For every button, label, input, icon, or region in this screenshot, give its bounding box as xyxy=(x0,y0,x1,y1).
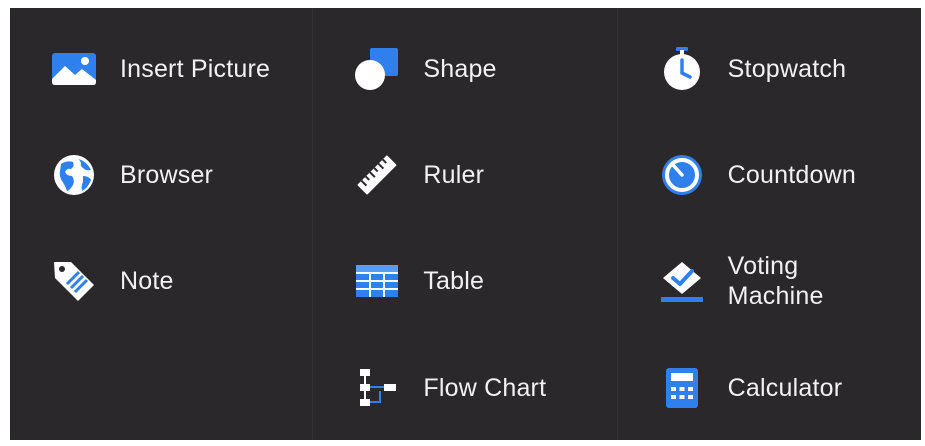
tools-column-2: Shape Ruler Table Flow Chart xyxy=(312,8,616,440)
stopwatch-label: Stopwatch xyxy=(727,55,847,83)
calculator-icon xyxy=(658,364,706,412)
shape-label: Shape xyxy=(423,55,497,83)
shape-button[interactable]: Shape xyxy=(313,39,616,99)
globe-icon xyxy=(50,151,98,199)
table-button[interactable]: Table xyxy=(313,251,616,311)
calculator-button[interactable]: Calculator xyxy=(618,358,921,418)
stopwatch-icon xyxy=(658,45,706,93)
picture-icon xyxy=(50,45,98,93)
tag-icon xyxy=(50,257,98,305)
flow-chart-label: Flow Chart xyxy=(423,374,547,402)
browser-label: Browser xyxy=(120,161,214,189)
flowchart-icon xyxy=(353,364,401,412)
tools-column-3: Stopwatch Countdown Voting Machine Calcu… xyxy=(616,8,921,440)
calculator-label: Calculator xyxy=(727,374,843,402)
ruler-label: Ruler xyxy=(423,161,485,189)
ruler-icon xyxy=(353,151,401,199)
shapes-icon xyxy=(353,45,401,93)
note-button[interactable]: Note xyxy=(10,251,312,311)
insert-picture-button[interactable]: Insert Picture xyxy=(10,39,312,99)
ruler-button[interactable]: Ruler xyxy=(313,145,616,205)
voting-machine-button[interactable]: Voting Machine xyxy=(618,251,921,311)
flow-chart-button[interactable]: Flow Chart xyxy=(313,358,616,418)
note-label: Note xyxy=(120,267,174,295)
table-label: Table xyxy=(423,267,485,295)
countdown-button[interactable]: Countdown xyxy=(618,145,921,205)
stopwatch-button[interactable]: Stopwatch xyxy=(618,39,921,99)
browser-button[interactable]: Browser xyxy=(10,145,312,205)
insert-picture-label: Insert Picture xyxy=(120,55,271,83)
tools-panel: Insert Picture Browser Note Shape Ruler … xyxy=(10,8,921,440)
table-icon xyxy=(353,257,401,305)
countdown-label: Countdown xyxy=(727,161,856,189)
tools-column-1: Insert Picture Browser Note xyxy=(10,8,312,440)
countdown-icon xyxy=(658,151,706,199)
voting-icon xyxy=(658,257,706,305)
voting-machine-label: Voting Machine xyxy=(727,252,824,310)
